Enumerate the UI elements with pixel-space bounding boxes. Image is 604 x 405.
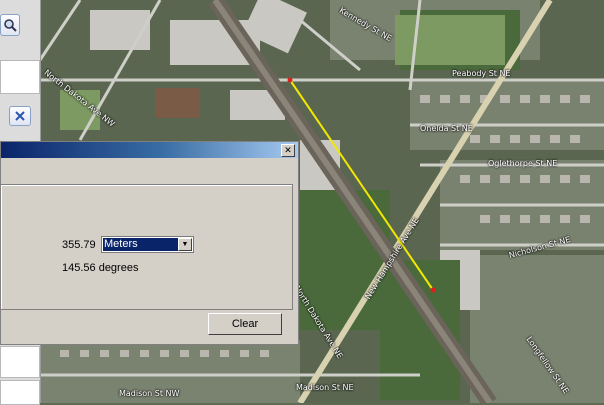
close-search-button[interactable] — [9, 106, 31, 126]
unit-selected-value: Meters — [103, 238, 180, 251]
magnifier-icon — [4, 19, 17, 32]
street-label: Oglethorpe St NE — [488, 159, 558, 168]
unit-dropdown[interactable]: Meters ▼ — [101, 236, 194, 253]
street-label: Oneida St NE — [420, 124, 473, 133]
street-label: Madison St NW — [119, 389, 180, 398]
ruler-end-point — [430, 287, 436, 293]
chevron-down-icon[interactable]: ▼ — [178, 238, 192, 251]
dialog-titlebar[interactable]: ✕ — [1, 142, 298, 158]
layers-panel-box — [0, 380, 40, 405]
search-results-box — [0, 60, 40, 94]
street-label: Madison St NE — [296, 383, 354, 392]
ruler-start-point — [287, 77, 293, 83]
search-button[interactable] — [0, 14, 20, 36]
close-button[interactable]: ✕ — [281, 144, 295, 157]
places-panel-box — [0, 346, 40, 378]
distance-value: 355.79 — [62, 239, 96, 251]
street-label: Peabody St NE — [452, 69, 511, 78]
clear-button[interactable]: Clear — [208, 313, 282, 335]
heading-value: 145.56 degrees — [62, 262, 139, 274]
ruler-dialog: ✕ 355.79 Meters ▼ 145.56 degrees Clear — [0, 141, 299, 345]
x-icon — [15, 111, 25, 121]
